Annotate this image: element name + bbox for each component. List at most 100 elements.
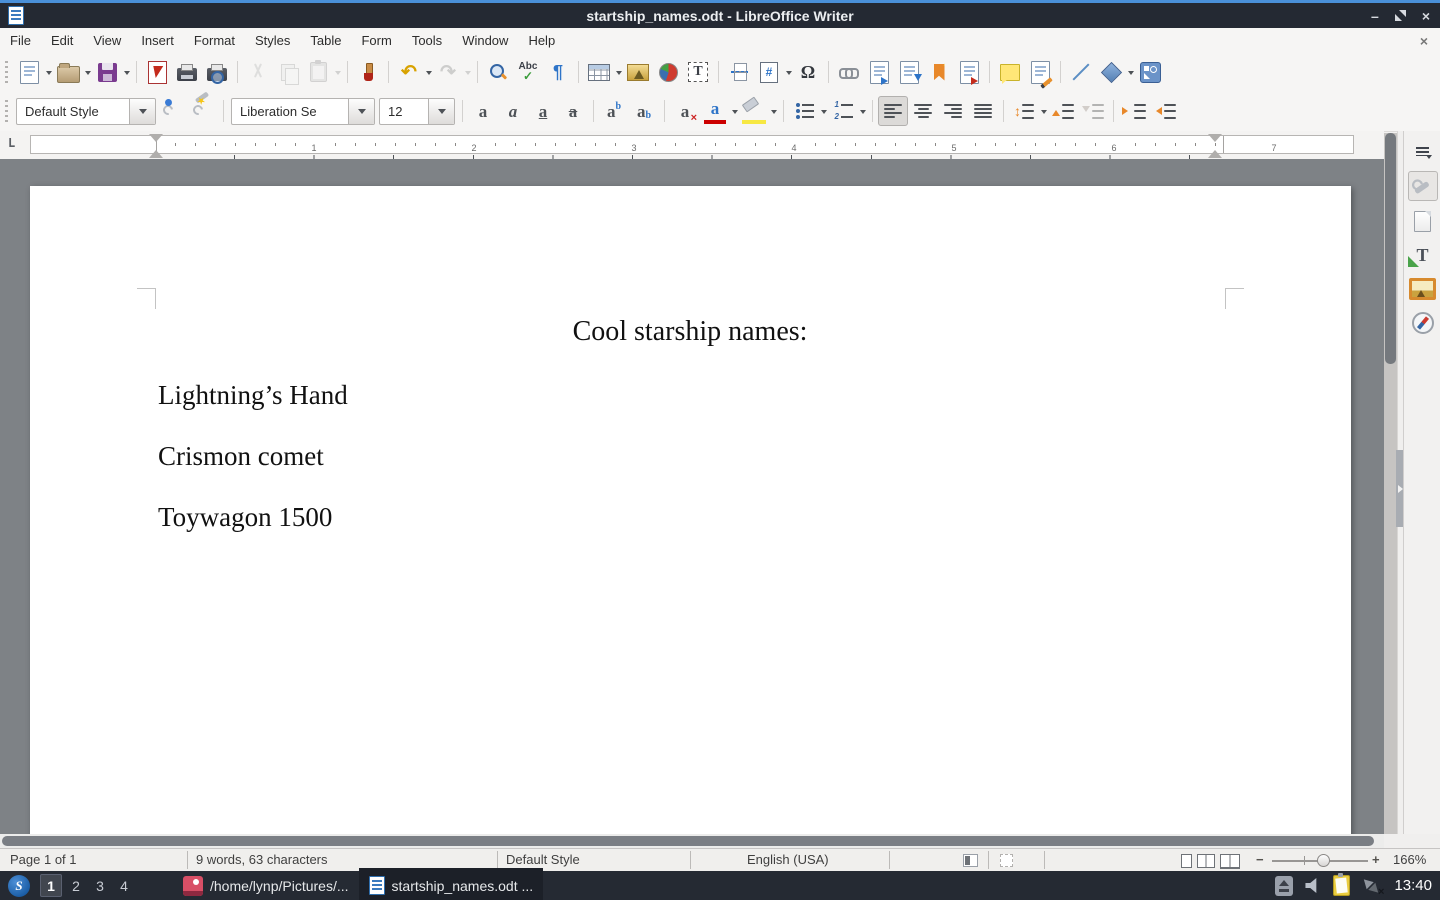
highlight-color-button[interactable] [739, 96, 769, 126]
close-button[interactable]: × [1422, 9, 1430, 23]
font-size-dropdown[interactable] [428, 99, 454, 124]
menu-insert[interactable]: Insert [131, 30, 184, 51]
undo-button[interactable]: ↶ [394, 57, 424, 87]
volume-icon[interactable] [1305, 878, 1321, 893]
underline-button[interactable]: a [528, 96, 558, 126]
ruler-bar[interactable]: 1 2 3 4 5 6 7 [30, 135, 1354, 154]
decrease-indent-button[interactable] [1149, 96, 1179, 126]
formatting-marks-button[interactable]: ¶ [543, 57, 573, 87]
sidebar-tab-page[interactable] [1409, 207, 1437, 235]
multi-page-view-button[interactable] [1197, 854, 1215, 868]
selection-mode-icon[interactable] [1000, 854, 1013, 867]
language-status[interactable]: English (USA) [747, 852, 829, 867]
font-name-dropdown[interactable] [348, 99, 374, 124]
insert-endnote-button[interactable] [894, 57, 924, 87]
menu-styles[interactable]: Styles [245, 30, 300, 51]
copy-button[interactable] [273, 57, 303, 87]
insert-field-button[interactable]: # [754, 57, 784, 87]
new-document-button[interactable] [14, 57, 44, 87]
subscript-button[interactable]: ab [629, 96, 659, 126]
clone-formatting-button[interactable] [353, 57, 383, 87]
align-left-button[interactable] [878, 96, 908, 126]
menu-format[interactable]: Format [184, 30, 245, 51]
insert-image-button[interactable] [623, 57, 653, 87]
workspace-1-button[interactable]: 1 [40, 874, 62, 897]
spelling-button[interactable]: Abc ✓ [513, 57, 543, 87]
network-disconnected-icon[interactable]: × [1362, 877, 1382, 895]
track-changes-button[interactable] [1025, 57, 1055, 87]
font-size-combobox[interactable]: 12 [379, 98, 455, 125]
numbered-list-button[interactable] [828, 96, 858, 126]
increase-paragraph-spacing-button[interactable] [1048, 96, 1078, 126]
print-button[interactable] [172, 57, 202, 87]
save-dropdown[interactable] [122, 57, 131, 87]
zoom-out-button[interactable]: − [1256, 852, 1264, 867]
align-justify-button[interactable] [968, 96, 998, 126]
paragraph-style-combobox[interactable]: Default Style [16, 98, 156, 125]
superscript-button[interactable]: ab [599, 96, 629, 126]
insert-mode-icon[interactable] [963, 854, 978, 867]
paragraph[interactable]: Toywagon 1500 [158, 502, 332, 533]
insert-table-dropdown[interactable] [614, 57, 623, 87]
align-center-button[interactable] [908, 96, 938, 126]
taskbar-window-pictures[interactable]: /home/lynp/Pictures/... [173, 871, 359, 900]
undo-dropdown[interactable] [424, 57, 433, 87]
clipboard-manager-icon[interactable] [1333, 875, 1350, 896]
taskbar-window-writer[interactable]: startship_names.odt ... [359, 868, 544, 900]
menu-window[interactable]: Window [452, 30, 518, 51]
sidebar-tab-styles[interactable]: T [1409, 241, 1437, 269]
menu-help[interactable]: Help [518, 30, 565, 51]
vertical-scrollbar-thumb[interactable] [1385, 133, 1396, 364]
strikethrough-button[interactable]: a [558, 96, 588, 126]
book-view-button[interactable] [1220, 854, 1240, 869]
insert-cross-reference-button[interactable] [954, 57, 984, 87]
redo-button[interactable]: ↷ [433, 57, 463, 87]
left-indent-marker[interactable] [149, 143, 163, 158]
single-page-view-button[interactable] [1181, 854, 1192, 868]
sidebar-tab-properties[interactable] [1408, 171, 1438, 201]
open-dropdown[interactable] [83, 57, 92, 87]
menu-form[interactable]: Form [351, 30, 401, 51]
horizontal-scrollbar[interactable] [0, 834, 1384, 848]
align-right-button[interactable] [938, 96, 968, 126]
paragraph-style-dropdown[interactable] [129, 99, 155, 124]
minimize-button[interactable]: – [1371, 9, 1379, 23]
font-name-combobox[interactable]: Liberation Se [231, 98, 375, 125]
document-canvas[interactable]: Cool starship names: Lightning’s Hand Cr… [0, 159, 1384, 834]
sidebar-tab-gallery[interactable] [1409, 275, 1437, 303]
insert-text-box-button[interactable]: T [683, 57, 713, 87]
update-style-button[interactable] [158, 96, 188, 126]
open-button[interactable] [53, 57, 83, 87]
workspace-4-button[interactable]: 4 [114, 875, 134, 896]
applications-menu-icon[interactable]: S [8, 875, 30, 897]
bold-button[interactable]: a [468, 96, 498, 126]
basic-shapes-dropdown[interactable] [1126, 57, 1135, 87]
toolbar-grip[interactable] [5, 100, 8, 122]
insert-page-break-button[interactable] [724, 57, 754, 87]
draw-functions-button[interactable] [1135, 57, 1165, 87]
insert-bookmark-button[interactable]: ★ [924, 57, 954, 87]
menu-tools[interactable]: Tools [402, 30, 452, 51]
removable-media-icon[interactable] [1275, 876, 1293, 896]
word-count-status[interactable]: 9 words, 63 characters [196, 852, 328, 867]
redo-dropdown[interactable] [463, 57, 472, 87]
find-replace-button[interactable] [483, 57, 513, 87]
restore-button[interactable] [1395, 10, 1406, 21]
clock[interactable]: 13:40 [1394, 877, 1432, 894]
decrease-paragraph-spacing-button[interactable] [1078, 96, 1108, 126]
clear-formatting-button[interactable]: a× [670, 96, 700, 126]
insert-hyperlink-button[interactable] [834, 57, 864, 87]
insert-table-button[interactable] [584, 57, 614, 87]
save-button[interactable] [92, 57, 122, 87]
export-pdf-button[interactable] [142, 57, 172, 87]
close-document-icon[interactable]: × [1420, 33, 1428, 49]
document-page[interactable]: Cool starship names: Lightning’s Hand Cr… [30, 186, 1351, 834]
menu-table[interactable]: Table [300, 30, 351, 51]
horizontal-ruler[interactable]: L 1 2 3 4 5 6 7 [0, 131, 1384, 159]
insert-line-button[interactable] [1066, 57, 1096, 87]
workspace-3-button[interactable]: 3 [90, 875, 110, 896]
menu-file[interactable]: File [0, 30, 41, 51]
toolbar-grip[interactable] [5, 61, 8, 83]
italic-button[interactable]: a [498, 96, 528, 126]
horizontal-scrollbar-thumb[interactable] [2, 836, 1374, 846]
